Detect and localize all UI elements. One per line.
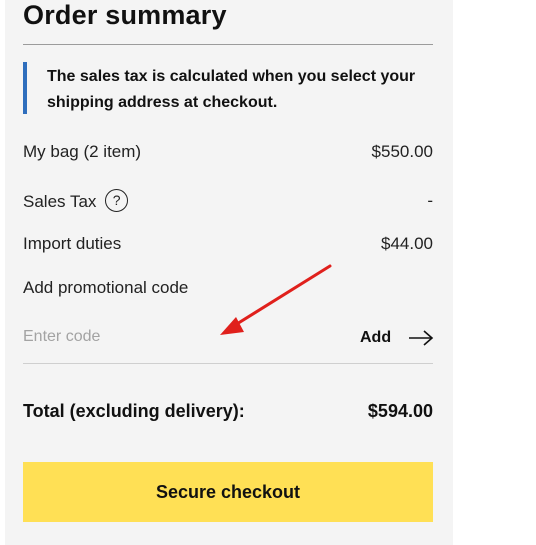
divider: [23, 44, 433, 45]
sales-tax-value: -: [427, 191, 433, 210]
promo-code-label: Add promotional code: [23, 278, 189, 297]
secure-checkout-button[interactable]: Secure checkout: [23, 462, 433, 522]
notice-accent-bar: [23, 62, 27, 114]
sales-tax-label: Sales Tax: [23, 191, 97, 211]
import-duties-label: Import duties: [23, 234, 122, 253]
bag-value: $550.00: [371, 142, 433, 161]
add-promo-button[interactable]: Add: [360, 326, 436, 350]
total-label: Total (excluding delivery):: [23, 401, 245, 421]
promo-code-input[interactable]: [23, 325, 323, 349]
add-promo-label: Add: [360, 329, 392, 346]
import-duties-value: $44.00: [381, 234, 433, 253]
question-circle-icon[interactable]: ?: [105, 189, 129, 212]
page-title: Order summary: [23, 0, 227, 30]
arrow-right-icon: [409, 330, 434, 346]
sales-tax-notice: The sales tax is calculated when you sel…: [23, 62, 438, 114]
sales-tax-label-wrap: Sales Tax ?: [23, 189, 129, 214]
total-value: $594.00: [367, 401, 433, 421]
bag-label: My bag (2 item): [23, 142, 142, 161]
notice-text: The sales tax is calculated when you sel…: [47, 68, 416, 111]
divider: [23, 363, 433, 364]
